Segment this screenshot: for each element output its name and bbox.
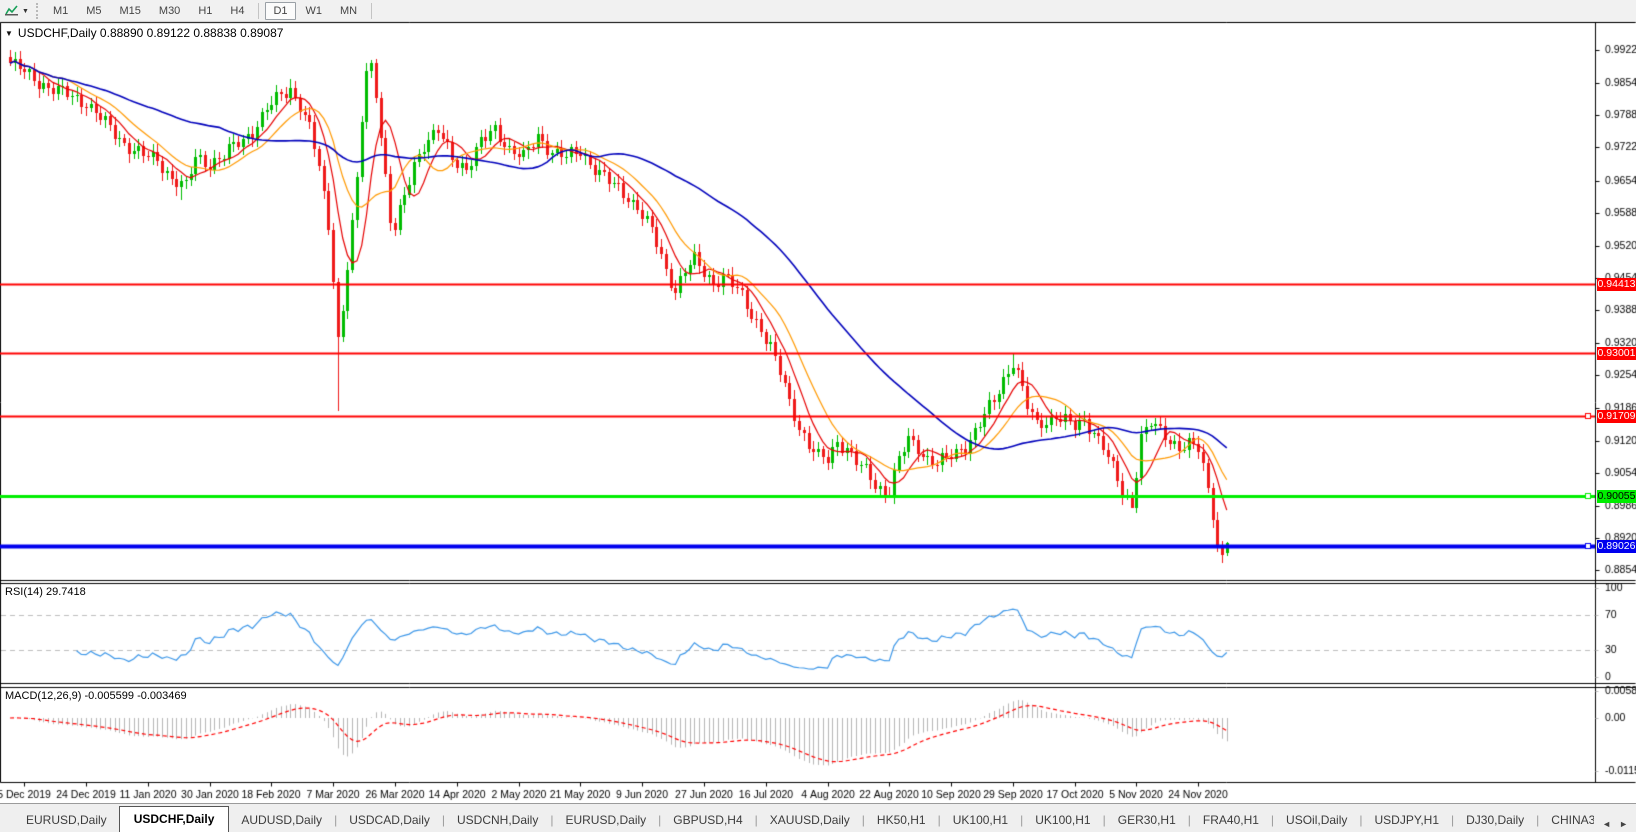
symbol-tab-fra40-h1[interactable]: FRA40,H1 (1191, 809, 1271, 832)
mt4-window: ▼ M1M5M15M30H1H4D1W1MN ▼ USDCHF,Daily 0.… (0, 0, 1636, 832)
symbol-tab-uk100-h1[interactable]: UK100,H1 (941, 809, 1020, 832)
rsi-label: RSI(14) 29.7418 (5, 586, 86, 598)
symbol-tab-ger30-h1[interactable]: GER30,H1 (1106, 809, 1188, 832)
symbol-tab-eurusd-daily[interactable]: EURUSD,Daily (553, 809, 658, 832)
chart-canvas[interactable] (0, 0, 1636, 832)
symbol-tab-dj30-daily[interactable]: DJ30,Daily (1454, 809, 1536, 832)
chart-region: ▼ USDCHF,Daily 0.88890 0.89122 0.88838 0… (0, 0, 1636, 832)
symbol-tab-uk100-h1[interactable]: UK100,H1 (1023, 809, 1102, 832)
price-line-badge: 0.90055 (1597, 490, 1636, 503)
price-line-badge: 0.91709 (1597, 410, 1636, 423)
symbol-tab-china300-h1[interactable]: CHINA300,H1 (1539, 809, 1594, 832)
symbol-tab-gbpusd-h4[interactable]: GBPUSD,H4 (661, 809, 754, 832)
symbol-tab-eurusd-daily[interactable]: EURUSD,Daily (14, 809, 119, 832)
symbol-tab-hk50-h1[interactable]: HK50,H1 (865, 809, 938, 832)
symbol-tab-usdcnh-daily[interactable]: USDCNH,Daily (445, 809, 550, 832)
symbol-tab-usdcad-daily[interactable]: USDCAD,Daily (337, 809, 442, 832)
chart-dropdown-icon[interactable]: ▼ (5, 29, 13, 38)
tab-scroll-arrows: ◄ ► (1594, 819, 1636, 832)
price-line-badge: 0.94413 (1597, 278, 1636, 291)
tab-scroll-left-button[interactable]: ◄ (1602, 819, 1611, 829)
chart-title-text: USDCHF,Daily 0.88890 0.89122 0.88838 0.8… (18, 26, 284, 40)
symbol-tab-usdchf-daily[interactable]: USDCHF,Daily (119, 806, 230, 832)
symbol-tabs: EURUSD,DailyUSDCHF,DailyAUDUSD,Daily|USD… (0, 804, 1594, 832)
price-line-badge: 0.93001 (1597, 347, 1636, 360)
symbol-tab-usdjpy-h1[interactable]: USDJPY,H1 (1363, 809, 1451, 832)
symbol-tabbar: EURUSD,DailyUSDCHF,DailyAUDUSD,Daily|USD… (0, 803, 1636, 832)
symbol-tab-usoil-daily[interactable]: USOil,Daily (1274, 809, 1359, 832)
symbol-tab-xauusd-daily[interactable]: XAUUSD,Daily (758, 809, 862, 832)
chart-title: ▼ USDCHF,Daily 0.88890 0.89122 0.88838 0… (5, 26, 283, 40)
macd-label: MACD(12,26,9) -0.005599 -0.003469 (5, 690, 187, 702)
price-line-badge: 0.89026 (1597, 540, 1636, 553)
symbol-tab-audusd-daily[interactable]: AUDUSD,Daily (229, 809, 334, 832)
tab-scroll-right-button[interactable]: ► (1619, 819, 1628, 829)
